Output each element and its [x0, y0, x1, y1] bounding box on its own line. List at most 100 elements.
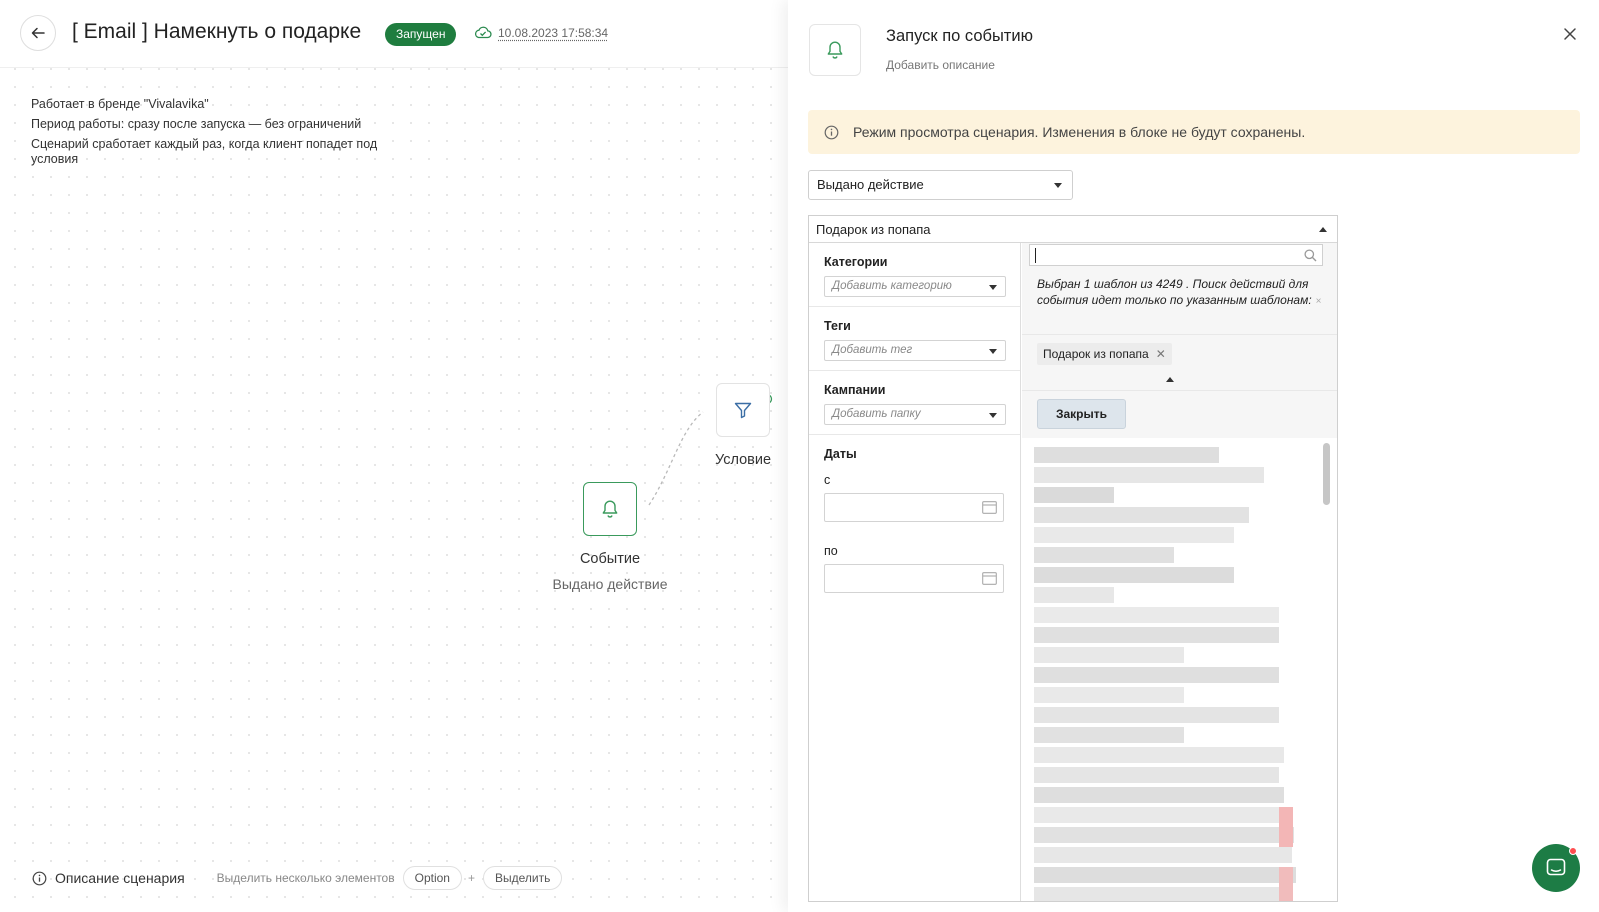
action-picker: Подарок из попапа Категории Добавить кат… — [808, 215, 1338, 902]
list-item[interactable] — [1034, 587, 1114, 603]
filters-column: Категории Добавить категорию Теги Добави… — [809, 243, 1021, 901]
dates-title: Даты — [824, 447, 857, 461]
templates-list[interactable] — [1022, 439, 1337, 901]
event-type-value: Выдано действие — [817, 177, 924, 192]
template-search-input[interactable] — [1029, 244, 1323, 266]
search-icon[interactable] — [1304, 249, 1317, 262]
templates-selection-info: Выбран 1 шаблон из 4249 . Поиск действий… — [1037, 276, 1327, 310]
list-item[interactable] — [1034, 487, 1114, 503]
templates-info-text: Выбран 1 шаблон из 4249 . Поиск действий… — [1037, 277, 1312, 307]
list-item[interactable] — [1034, 687, 1184, 703]
text-cursor — [1035, 248, 1036, 263]
date-from-label: с — [824, 473, 831, 487]
select-key: Выделить — [482, 866, 563, 890]
cloud-check-icon — [474, 26, 492, 39]
list-item[interactable] — [1034, 507, 1249, 523]
blurred-accent — [1279, 867, 1293, 901]
filter-icon — [734, 402, 752, 419]
tags-filter: Теги Добавить тег — [809, 307, 1020, 371]
info-icon — [824, 125, 839, 139]
multiselect-hint: Выделить несколько элементов — [216, 871, 395, 885]
template-chip-label: Подарок из попапа — [1043, 347, 1149, 361]
list-item[interactable] — [1034, 787, 1284, 803]
event-node-subtitle: Выдано действие — [552, 576, 668, 592]
remove-chip-icon[interactable]: ✕ — [1156, 347, 1166, 361]
list-item[interactable] — [1034, 827, 1294, 843]
categories-title: Категории — [824, 255, 888, 269]
chevron-down-icon — [1054, 183, 1062, 188]
scenario-summary: Работает в бренде "Vivalavika" Период ра… — [31, 97, 411, 172]
list-item[interactable] — [1034, 547, 1174, 563]
templates-header: Выбран 1 шаблон из 4249 . Поиск действий… — [1022, 243, 1337, 438]
add-description-link[interactable]: Добавить описание — [886, 58, 995, 72]
list-item[interactable] — [1034, 647, 1184, 663]
list-item[interactable] — [1034, 567, 1234, 583]
back-button[interactable] — [20, 15, 56, 51]
list-item[interactable] — [1034, 767, 1279, 783]
list-item[interactable] — [1034, 727, 1184, 743]
dates-filter: Даты с по — [809, 435, 1020, 593]
condition-node-label: Условие — [714, 452, 772, 468]
info-icon — [32, 871, 47, 885]
chevron-down-icon — [989, 349, 997, 354]
categories-placeholder: Добавить категорию — [832, 280, 952, 292]
list-item[interactable] — [1034, 887, 1292, 901]
event-type-select[interactable]: Выдано действие — [808, 170, 1073, 200]
date-from-input[interactable] — [824, 493, 1004, 522]
campaigns-placeholder: Добавить папку — [832, 408, 921, 420]
trigger-line: Сценарий сработает каждый раз, когда кли… — [31, 137, 378, 166]
plus-sign: + — [467, 871, 475, 885]
event-node-label: Событие — [579, 551, 641, 567]
scenario-description-link[interactable]: Описание сценария — [32, 870, 185, 886]
list-item[interactable] — [1034, 747, 1284, 763]
option-key: Option — [402, 866, 462, 890]
event-settings-panel: Запуск по событию Добавить описание Режи… — [788, 0, 1599, 912]
panel-title: Запуск по событию — [886, 27, 1033, 45]
templates-column: Выбран 1 шаблон из 4249 . Поиск действий… — [1022, 243, 1337, 901]
date-to-input[interactable] — [824, 564, 1004, 593]
list-item[interactable] — [1034, 527, 1234, 543]
list-item[interactable] — [1034, 807, 1284, 823]
list-item[interactable] — [1034, 667, 1279, 683]
panel-bell-icon-box — [809, 24, 861, 76]
scenario-description-label: Описание сценария — [55, 870, 185, 886]
list-item[interactable] — [1034, 847, 1292, 863]
close-icon[interactable] — [1560, 24, 1580, 44]
chat-button[interactable] — [1532, 844, 1580, 892]
template-chip: Подарок из попапа ✕ — [1037, 343, 1172, 365]
list-item[interactable] — [1034, 707, 1279, 723]
chevron-up-icon — [1319, 227, 1327, 232]
campaigns-title: Кампании — [824, 383, 886, 397]
list-item[interactable] — [1034, 607, 1279, 623]
chevron-down-icon — [989, 285, 997, 290]
scrollbar[interactable] — [1323, 443, 1330, 505]
list-item[interactable] — [1034, 467, 1264, 483]
period-line: Период работы: сразу после запуска — без… — [31, 117, 362, 131]
calendar-icon[interactable] — [982, 501, 997, 514]
campaigns-select[interactable]: Добавить папку — [824, 404, 1006, 425]
clear-selection-icon[interactable]: × — [1316, 296, 1322, 307]
selected-templates: Подарок из попапа ✕ — [1022, 334, 1337, 391]
action-select[interactable]: Подарок из попапа — [809, 216, 1337, 243]
list-item[interactable] — [1034, 867, 1296, 883]
tags-select[interactable]: Добавить тег — [824, 340, 1006, 361]
close-button[interactable]: Закрыть — [1037, 399, 1126, 429]
chevron-up-icon[interactable] — [1166, 377, 1174, 382]
event-node[interactable] — [583, 482, 637, 536]
bottom-toolbar: Описание сценария Выделить несколько эле… — [32, 866, 563, 890]
scenario-canvas[interactable]: [ Email ] Намекнуть о подарке Запущен 10… — [0, 0, 788, 912]
date-to-label: по — [824, 544, 838, 558]
calendar-icon[interactable] — [982, 572, 997, 585]
scenario-title: [ Email ] Намекнуть о подарке — [72, 20, 362, 43]
tags-title: Теги — [824, 319, 851, 333]
scenario-header: [ Email ] Намекнуть о подарке Запущен 10… — [0, 0, 788, 68]
list-item[interactable] — [1034, 447, 1219, 463]
action-select-value: Подарок из попапа — [816, 222, 931, 237]
categories-select[interactable]: Добавить категорию — [824, 276, 1006, 297]
arrow-left-icon — [31, 27, 45, 39]
list-item[interactable] — [1034, 627, 1279, 643]
tags-placeholder: Добавить тег — [832, 344, 913, 356]
condition-node[interactable] — [716, 383, 770, 437]
categories-filter: Категории Добавить категорию — [809, 243, 1020, 307]
saved-timestamp[interactable]: 10.08.2023 17:58:34 — [498, 26, 608, 40]
